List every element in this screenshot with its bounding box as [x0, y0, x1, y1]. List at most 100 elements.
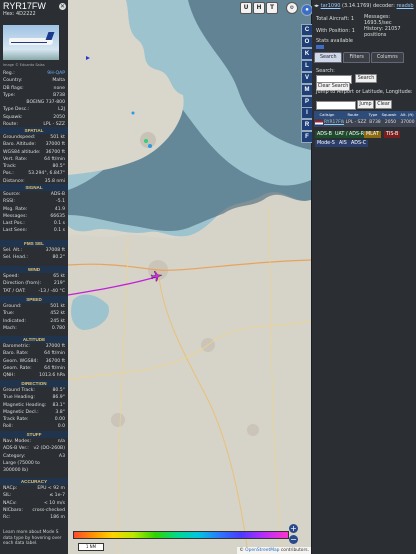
- tab-filters[interactable]: Filters: [343, 52, 370, 63]
- col-alt[interactable]: Alt. (ft): [398, 111, 416, 119]
- section-title[interactable]: STUFF: [0, 431, 68, 438]
- info-row: Category: A3: [0, 453, 68, 460]
- col-route[interactable]: Route: [340, 111, 366, 119]
- info-label: 300000 lb): [3, 468, 28, 474]
- info-label: Indicated:: [3, 318, 26, 324]
- info-value: < 10 m/s: [43, 500, 65, 506]
- section-altitude: ALTITUDE Barometric: 37000 ft Baro. Rate: 64…: [0, 336, 68, 379]
- info-label: Roll:: [3, 424, 13, 430]
- map-button-t[interactable]: T: [266, 2, 278, 14]
- legend-ais[interactable]: AIS: [337, 140, 349, 147]
- jump-label: Jump to Airport or Latitude, Longitude:: [316, 89, 413, 95]
- info-value: -13 / -40 °C: [38, 288, 65, 294]
- info-value: 0.780: [51, 325, 65, 331]
- info-label: Sel. Head.:: [3, 255, 28, 261]
- map-button-u[interactable]: U: [240, 2, 252, 14]
- info-row: Speed: 65 kt: [0, 273, 68, 280]
- with-position-value: 1: [351, 28, 355, 34]
- row-callsign[interactable]: RYR17FW: [324, 119, 344, 127]
- small-aircraft-marker[interactable]: [131, 111, 135, 115]
- info-label: Nav. Modes:: [3, 439, 31, 444]
- info-label: Ground Track:: [3, 388, 35, 393]
- col-callsign[interactable]: Callsign: [314, 111, 340, 119]
- info-label: Type:: [3, 92, 16, 98]
- jump-button[interactable]: Jump: [357, 100, 374, 109]
- col-squawk[interactable]: Squawk: [380, 111, 398, 119]
- legend-mlat[interactable]: MLAT: [364, 131, 381, 138]
- legend-ads-c[interactable]: ADS-C: [349, 140, 369, 147]
- info-value[interactable]: 9H-QAP: [47, 70, 65, 77]
- legend-uat-ads-r[interactable]: UAT / ADS-R: [333, 131, 367, 138]
- history-stat: History: 21057 positions: [364, 26, 414, 38]
- info-value: 80.2°: [52, 255, 65, 261]
- close-icon[interactable]: ✕: [59, 3, 66, 10]
- map-button-h[interactable]: H: [253, 2, 265, 14]
- settings-gear-icon[interactable]: ⚙: [286, 2, 298, 14]
- stats-available[interactable]: Stats available: [316, 38, 353, 44]
- section-speed: SPEED Ground: 501 kt True: 452 kt Indicated: 2…: [0, 296, 68, 332]
- app-version: (3.14.1769): [342, 3, 372, 9]
- section-title[interactable]: ALTITUDE: [0, 336, 68, 343]
- info-label: QNH:: [3, 373, 16, 379]
- selected-callsign: RYR17FW: [3, 1, 46, 11]
- info-label: Large (75000 to: [3, 460, 40, 466]
- info-row: Type: B738: [0, 92, 68, 99]
- small-aircraft-marker[interactable]: [144, 139, 148, 143]
- zoom-out-button[interactable]: −: [289, 535, 298, 544]
- section-title[interactable]: ACCURACY: [0, 478, 68, 485]
- table-row[interactable]: RYR17FW LPL - SZZ B738 2050 37000: [314, 119, 416, 127]
- app-link[interactable]: tar1090: [321, 3, 341, 9]
- info-value: 86.9°: [52, 395, 65, 401]
- info-value: none: [53, 85, 65, 91]
- osm-link[interactable]: OpenStreetMap: [245, 548, 279, 553]
- info-row: Sel. Head.: 80.2°: [0, 254, 68, 261]
- search-button[interactable]: Search: [355, 74, 377, 83]
- jump-input[interactable]: [316, 101, 356, 110]
- info-row: Msg. Rate: 41.9: [0, 206, 68, 213]
- legend-tis-b[interactable]: TIS-B: [384, 131, 401, 138]
- decoder-link[interactable]: readsb: [397, 3, 414, 9]
- clear-jump-button[interactable]: Clear: [375, 100, 392, 109]
- town: [140, 132, 156, 148]
- info-value: 2050: [53, 114, 65, 120]
- info-label: Mach:: [3, 325, 17, 331]
- info-label: Barometric:: [3, 344, 30, 349]
- small-aircraft-marker[interactable]: [148, 144, 152, 148]
- info-value: 64 ft/min: [44, 351, 65, 357]
- section-title[interactable]: SIGNAL: [0, 184, 68, 191]
- section-title[interactable]: FMS SEL: [0, 240, 68, 247]
- collapse-arrows-icon[interactable]: ◂▸: [314, 3, 319, 9]
- col-type[interactable]: Type: [366, 111, 380, 119]
- info-row: SIL: ≤ 1e-7: [0, 492, 68, 499]
- tab-columns[interactable]: Columns: [370, 52, 404, 63]
- sidebar: ◂▸ tar1090 (3.14.1769) decoder: readsb T…: [312, 0, 416, 554]
- info-value: 245 kt: [50, 318, 65, 324]
- map-canvas[interactable]: [68, 0, 311, 554]
- aircraft-photo[interactable]: [3, 25, 59, 60]
- sidebar-tabs: Search Filters Columns: [314, 52, 404, 63]
- info-value: 80.5°: [52, 388, 65, 393]
- zoom-in-button[interactable]: +: [289, 524, 298, 533]
- aircraft-info-panel: RYR17FW Hex: 4D2222 ✕ Image © Eduardo Sa…: [0, 0, 68, 554]
- row-route: LPL - SZZ: [345, 120, 367, 125]
- legend-ads-b[interactable]: ADS-B: [315, 131, 334, 138]
- legend-mode-s[interactable]: Mode-S: [315, 140, 337, 147]
- section-title[interactable]: DIRECTION: [0, 380, 68, 387]
- with-position: With Position: 1: [316, 28, 355, 34]
- info-row: Sel. Alt.: 37008 ft: [0, 247, 68, 254]
- total-aircraft-label: Total Aircraft:: [316, 16, 350, 22]
- info-row: Track: 80.5°: [0, 163, 68, 170]
- section-title[interactable]: SPATIAL: [0, 127, 68, 134]
- info-value: 0.00: [54, 417, 65, 423]
- tab-search[interactable]: Search: [314, 52, 343, 63]
- info-row: Baro. Rate: 64 ft/min: [0, 350, 68, 357]
- info-value: 80.5°: [52, 164, 65, 170]
- info-row: Rc: 186 m: [0, 514, 68, 521]
- section-title[interactable]: WIND: [0, 266, 68, 273]
- info-row: NACp: EPU < 92 m: [0, 485, 68, 492]
- info-label: Category:: [3, 453, 26, 459]
- section-title[interactable]: SPEED: [0, 296, 68, 303]
- info-value: 65 kt: [53, 274, 65, 279]
- map-view[interactable]: U H T ⚙ + − 1 NM © OpenStreetMap contrib…: [68, 0, 311, 554]
- info-label: Squawk:: [3, 114, 23, 120]
